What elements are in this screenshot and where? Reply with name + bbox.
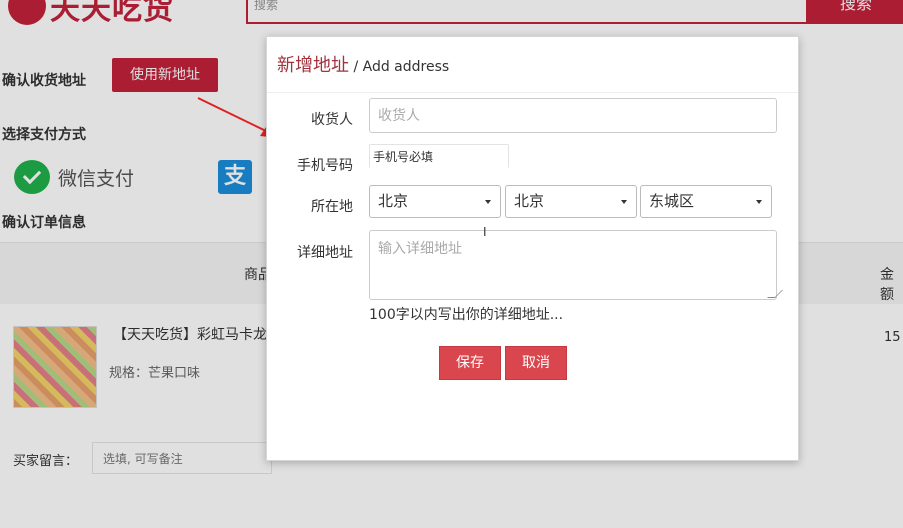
phone-input[interactable] [369, 144, 509, 168]
chevron-down-icon [756, 200, 762, 204]
province-value: 北京 [378, 192, 409, 210]
save-button[interactable]: 保存 [439, 346, 501, 380]
modal-title-cn: 新增地址 [277, 55, 349, 76]
district-select[interactable]: 东城区 [640, 185, 772, 218]
chevron-down-icon [621, 200, 627, 204]
city-select[interactable]: 北京 [505, 185, 637, 218]
city-value: 北京 [514, 192, 545, 210]
location-label: 所在地 [311, 199, 353, 215]
receiver-label: 收货人 [311, 112, 353, 128]
district-value: 东城区 [649, 192, 695, 210]
detail-address-textarea[interactable] [369, 230, 777, 300]
detail-address-label: 详细地址 [297, 245, 353, 261]
chevron-down-icon [485, 200, 491, 204]
text-cursor-icon: I [483, 225, 487, 239]
modal-title-en: / Add address [349, 59, 450, 75]
province-select[interactable]: 北京 [369, 185, 501, 218]
detail-address-help: 100字以内写出你的详细地址... [369, 307, 564, 323]
cancel-button[interactable]: 取消 [505, 346, 567, 380]
add-address-modal: 新增地址 / Add address 收货人 手机号码 所在地 北京 北京 东城… [266, 36, 799, 461]
modal-header: 新增地址 / Add address [267, 37, 798, 93]
receiver-input[interactable] [369, 98, 777, 133]
phone-label: 手机号码 [297, 158, 353, 174]
